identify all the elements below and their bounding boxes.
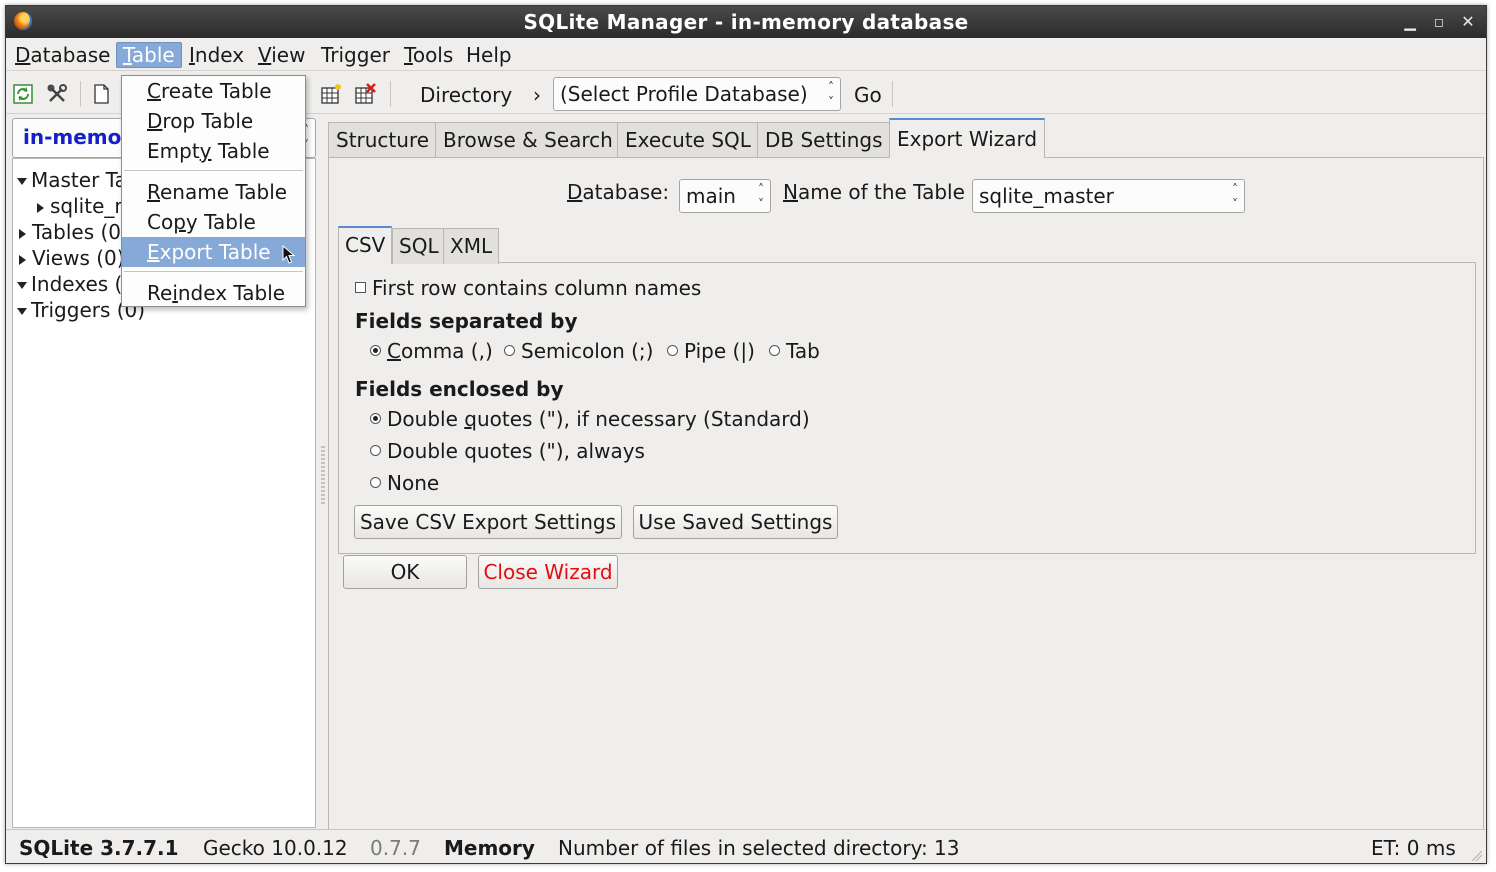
menu-trigger[interactable]: Trigger: [315, 42, 396, 68]
minimize-icon[interactable]: ▁: [1399, 11, 1421, 33]
directory-label: Directory: [420, 83, 513, 107]
radio-double-quotes-standard[interactable]: Double quotes ("), if necessary (Standar…: [370, 407, 810, 431]
panel-splitter[interactable]: [321, 446, 325, 506]
radio-comma[interactable]: Comma (,): [370, 339, 493, 363]
menu-item-reindex-table[interactable]: Reindex Table: [122, 278, 305, 308]
tab-sql[interactable]: SQL: [392, 228, 446, 264]
new-file-icon[interactable]: [90, 83, 112, 105]
tab-browse-search[interactable]: Browse & Search: [435, 122, 621, 158]
files-count: Number of files in selected directory: 1…: [558, 836, 960, 860]
tree-views[interactable]: Views (0): [19, 245, 125, 271]
menu-table[interactable]: Table: [116, 42, 182, 68]
select-arrows-icon: [1232, 180, 1238, 212]
drop-table-icon[interactable]: [354, 83, 376, 105]
tab-csv[interactable]: CSV: [338, 226, 393, 264]
radio-icon[interactable]: [370, 477, 381, 488]
menu-item-create-table[interactable]: Create Table: [122, 76, 305, 106]
radio-icon[interactable]: [370, 445, 381, 456]
collapse-icon[interactable]: [17, 282, 27, 289]
sqlite-version: SQLite 3.7.7.1: [19, 836, 179, 860]
select-arrows-icon: [828, 78, 834, 110]
tab-xml[interactable]: XML: [443, 228, 500, 264]
radio-icon[interactable]: [667, 345, 678, 356]
close-icon[interactable]: ✕: [1457, 11, 1479, 33]
storage-mode: Memory: [444, 836, 535, 860]
menu-bar: Database Table Index View Trigger Tools …: [6, 38, 1486, 70]
toolbar-separator: [390, 81, 391, 107]
menu-item-rename-table[interactable]: Rename Table: [122, 177, 305, 207]
menu-database[interactable]: Database: [9, 42, 116, 68]
menu-view[interactable]: View: [252, 42, 311, 68]
create-table-icon[interactable]: [320, 83, 342, 105]
menu-tools[interactable]: Tools: [398, 42, 459, 68]
status-bar: SQLite 3.7.7.1 Gecko 10.0.12 0.7.7 Memor…: [6, 829, 1486, 863]
elapsed-time: ET: 0 ms: [1371, 836, 1456, 860]
toolbar-separator: [80, 81, 81, 107]
profile-database-select[interactable]: (Select Profile Database): [553, 77, 841, 111]
tree-tables[interactable]: Tables (0): [19, 219, 129, 245]
radio-semicolon[interactable]: Semicolon (;): [504, 339, 653, 363]
checkbox-icon[interactable]: [355, 282, 366, 293]
maximize-icon[interactable]: ◻: [1428, 11, 1450, 33]
menu-item-copy-table[interactable]: Copy Table: [122, 207, 305, 237]
go-button[interactable]: Go: [854, 83, 882, 107]
app-window: SQLite Manager - in-memory database ▁ ◻ …: [5, 5, 1487, 864]
ok-button[interactable]: OK: [343, 555, 467, 589]
radio-selected-icon[interactable]: [370, 345, 381, 356]
tab-db-settings[interactable]: DB Settings: [757, 122, 891, 158]
expand-icon[interactable]: [19, 254, 26, 265]
use-saved-settings-button[interactable]: Use Saved Settings: [633, 505, 838, 539]
menu-index[interactable]: Index: [183, 42, 250, 68]
mouse-cursor-icon: [282, 245, 296, 264]
select-arrows-icon: [758, 180, 764, 212]
radio-selected-icon[interactable]: [370, 413, 381, 424]
menu-help[interactable]: Help: [460, 42, 518, 68]
resize-grip-icon[interactable]: [1470, 849, 1482, 861]
radio-double-quotes-always[interactable]: Double quotes ("), always: [370, 439, 645, 463]
radio-tab[interactable]: Tab: [769, 339, 820, 363]
table-menu-dropdown: Create Table Drop Table Empty Table Rena…: [121, 75, 306, 307]
menu-item-empty-table[interactable]: Empty Table: [122, 136, 305, 166]
tools-icon[interactable]: [46, 83, 68, 105]
gecko-version: Gecko 10.0.12: [203, 836, 348, 860]
first-row-checkbox[interactable]: First row contains column names: [355, 276, 701, 300]
expand-icon[interactable]: [37, 202, 44, 213]
expand-icon[interactable]: [19, 228, 26, 239]
extension-version: 0.7.7: [370, 836, 421, 860]
database-label: Database:: [567, 180, 670, 204]
refresh-icon[interactable]: [12, 83, 34, 105]
menu-item-export-table[interactable]: Export Table: [122, 237, 305, 267]
menu-separator: [124, 271, 303, 272]
database-name-select[interactable]: main: [679, 179, 771, 213]
tab-execute-sql[interactable]: Execute SQL: [617, 122, 759, 158]
tab-export-wizard[interactable]: Export Wizard: [889, 118, 1046, 158]
table-name-select[interactable]: sqlite_master: [972, 179, 1245, 213]
separated-by-heading: Fields separated by: [355, 309, 578, 333]
save-csv-settings-button[interactable]: Save CSV Export Settings: [354, 505, 622, 539]
close-wizard-button[interactable]: Close Wizard: [478, 555, 618, 589]
window-title: SQLite Manager - in-memory database: [523, 10, 969, 34]
enclosed-by-heading: Fields enclosed by: [355, 377, 564, 401]
directory-chevron-icon[interactable]: ›: [533, 83, 541, 107]
table-name-label: Name of the Table: [783, 180, 965, 204]
menu-item-drop-table[interactable]: Drop Table: [122, 106, 305, 136]
toolbar-separator: [892, 81, 893, 107]
title-bar[interactable]: SQLite Manager - in-memory database ▁ ◻ …: [6, 6, 1486, 38]
radio-icon[interactable]: [504, 345, 515, 356]
tab-structure[interactable]: Structure: [328, 122, 438, 158]
radio-icon[interactable]: [769, 345, 780, 356]
radio-pipe[interactable]: Pipe (|): [667, 339, 755, 363]
collapse-icon[interactable]: [17, 308, 27, 315]
menu-separator: [124, 170, 303, 171]
collapse-icon[interactable]: [17, 178, 27, 185]
radio-none[interactable]: None: [370, 471, 439, 495]
